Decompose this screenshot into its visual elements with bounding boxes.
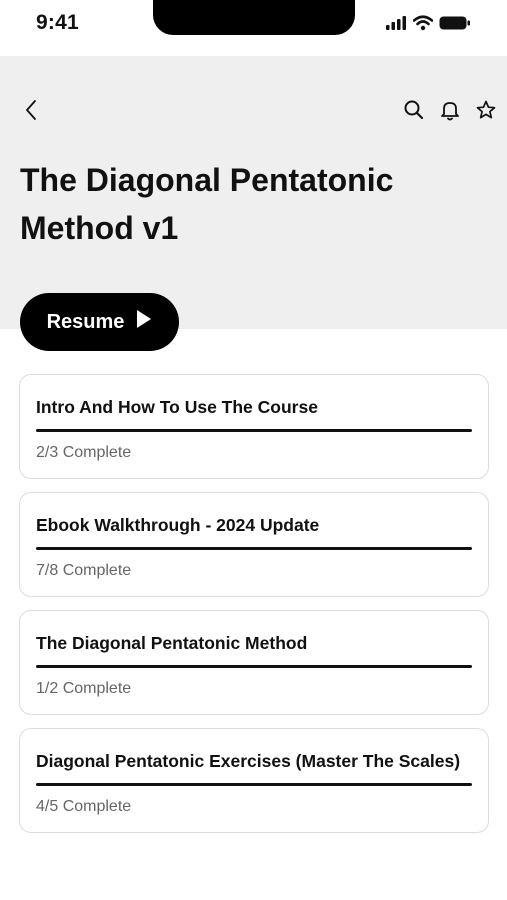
resume-button[interactable]: Resume [20, 293, 179, 351]
module-status: 4/5 Complete [36, 798, 132, 815]
module-progress-fill [36, 547, 472, 550]
play-icon [136, 309, 152, 335]
device-notch [153, 0, 355, 35]
module-progress-bar [36, 547, 472, 550]
module-title: Intro And How To Use The Course [36, 397, 318, 417]
module-title: Diagonal Pentatonic Exercises (Master Th… [36, 751, 461, 771]
module-status: 1/2 Complete [36, 680, 132, 697]
module-progress-bar [36, 665, 472, 668]
module-progress-fill [36, 665, 472, 668]
signal-icon [385, 15, 407, 36]
module-progress-bar [36, 783, 472, 786]
notifications-button[interactable] [437, 99, 463, 125]
module-title: The Diagonal Pentatonic Method [36, 633, 308, 653]
page-title: The Diagonal Pentatonic Method v1 [20, 162, 394, 246]
battery-icon [439, 15, 471, 36]
chevron-left-icon [24, 99, 38, 126]
module-progress-fill [36, 429, 472, 432]
module-progress-bar [36, 429, 472, 432]
status-icons [385, 15, 471, 36]
search-button[interactable] [401, 99, 427, 125]
wifi-icon [412, 15, 434, 36]
module-title: Ebook Walkthrough - 2024 Update [36, 515, 320, 535]
module-card[interactable]: Intro And How To Use The Course 2/3 Compl… [19, 374, 489, 479]
module-card[interactable]: Ebook Walkthrough - 2024 Update 7/8 Compl… [19, 492, 489, 597]
header-actions [401, 99, 499, 125]
module-card[interactable]: The Diagonal Pentatonic Method 1/2 Comple… [19, 610, 489, 715]
course-header: The Diagonal Pentatonic Method v1 [0, 56, 507, 329]
status-time: 9:41 [36, 11, 79, 34]
module-progress-fill [36, 783, 472, 786]
star-icon [475, 99, 497, 126]
resume-button-label: Resume [46, 310, 125, 333]
status-bar: 9:41 [0, 0, 507, 56]
favorite-button[interactable] [473, 99, 499, 125]
bell-icon [439, 99, 461, 126]
back-button[interactable] [18, 99, 44, 125]
module-card[interactable]: Diagonal Pentatonic Exercises (Master Th… [19, 728, 489, 833]
module-status: 2/3 Complete [36, 444, 132, 461]
search-icon [403, 99, 425, 126]
module-status: 7/8 Complete [36, 562, 132, 579]
